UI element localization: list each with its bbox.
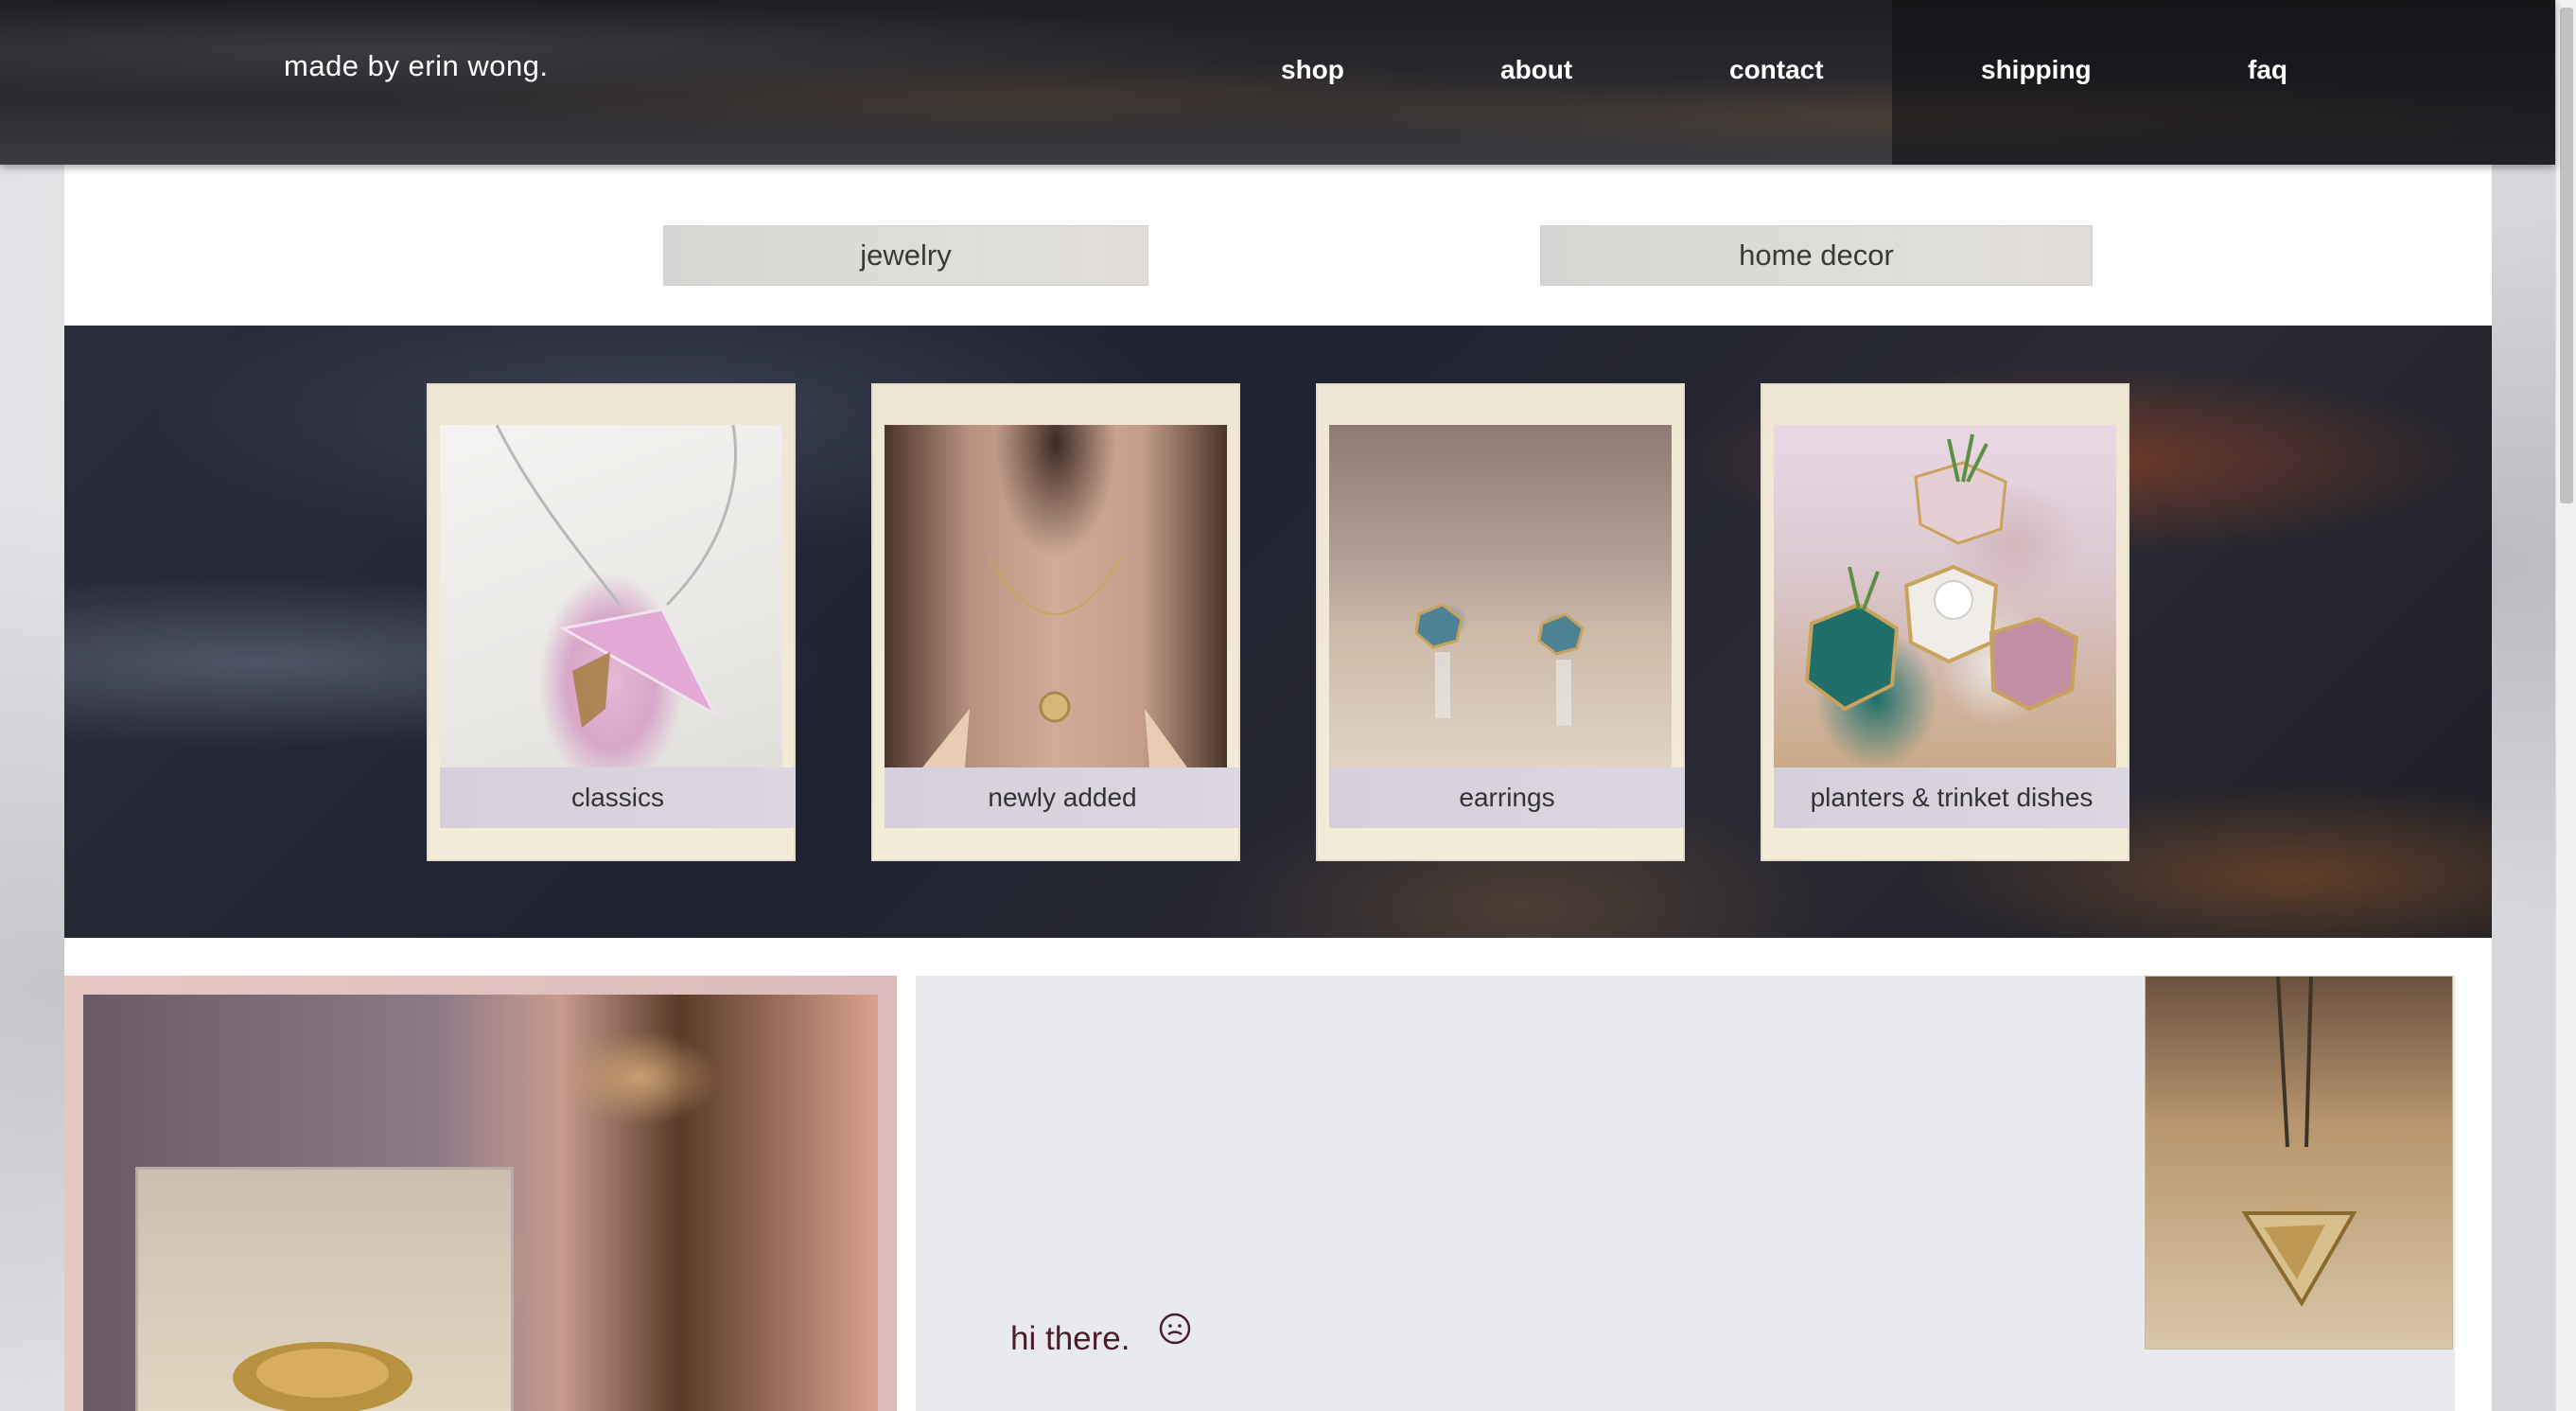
nav-about[interactable]: about bbox=[1500, 55, 1572, 85]
earring-closeup-inset bbox=[135, 1167, 514, 1411]
page-scrollbar[interactable] bbox=[2555, 0, 2576, 1411]
category-jewelry-button[interactable]: jewelry bbox=[663, 225, 1148, 286]
collection-label-earrings: earrings bbox=[1329, 767, 1685, 828]
nav-contact[interactable]: contact bbox=[1729, 55, 1824, 85]
collections-banner: classics newly added earrings planters &… bbox=[64, 326, 2492, 938]
collection-label-classics: classics bbox=[440, 767, 796, 828]
collection-card-earrings[interactable]: earrings bbox=[1316, 383, 1685, 861]
classics-photo bbox=[440, 425, 782, 767]
site-logo[interactable]: made by erin wong. bbox=[284, 49, 549, 83]
triangle-pendant-photo bbox=[2145, 976, 2453, 1349]
gold-earring-image bbox=[233, 1342, 412, 1411]
collection-label-newly-added: newly added bbox=[885, 767, 1240, 828]
nav-faq[interactable]: faq bbox=[2248, 55, 2287, 85]
smiley-icon bbox=[1159, 1313, 1191, 1345]
collection-card-newly-added[interactable]: newly added bbox=[871, 383, 1240, 861]
newly-added-photo bbox=[885, 425, 1227, 767]
featured-earrings-panel bbox=[64, 976, 897, 1411]
planters-photo bbox=[1774, 425, 2116, 767]
stud-earrings-image bbox=[1414, 603, 1585, 726]
collection-card-classics[interactable]: classics bbox=[427, 383, 796, 861]
triangle-pendant-image bbox=[495, 425, 737, 728]
main-content: jewelry home decor classics newly added … bbox=[64, 165, 2492, 1411]
collection-card-planters[interactable]: planters & trinket dishes bbox=[1761, 383, 2129, 861]
nav-shop[interactable]: shop bbox=[1281, 55, 1344, 85]
collection-label-planters: planters & trinket dishes bbox=[1774, 767, 2129, 828]
scrollbar-thumb[interactable] bbox=[2560, 8, 2573, 503]
category-home-decor-button[interactable]: home decor bbox=[1540, 225, 2093, 286]
site-header: made by erin wong. shop about contact sh… bbox=[0, 0, 2555, 165]
earrings-photo bbox=[1329, 425, 1672, 767]
featured-earrings-photo bbox=[83, 995, 878, 1411]
intro-greeting: hi there. bbox=[1010, 1320, 1130, 1357]
pendant-image bbox=[2241, 976, 2357, 1307]
nav-shipping[interactable]: shipping bbox=[1981, 55, 2092, 85]
planters-image bbox=[1804, 433, 2079, 712]
necklace-model-image bbox=[922, 556, 1187, 767]
